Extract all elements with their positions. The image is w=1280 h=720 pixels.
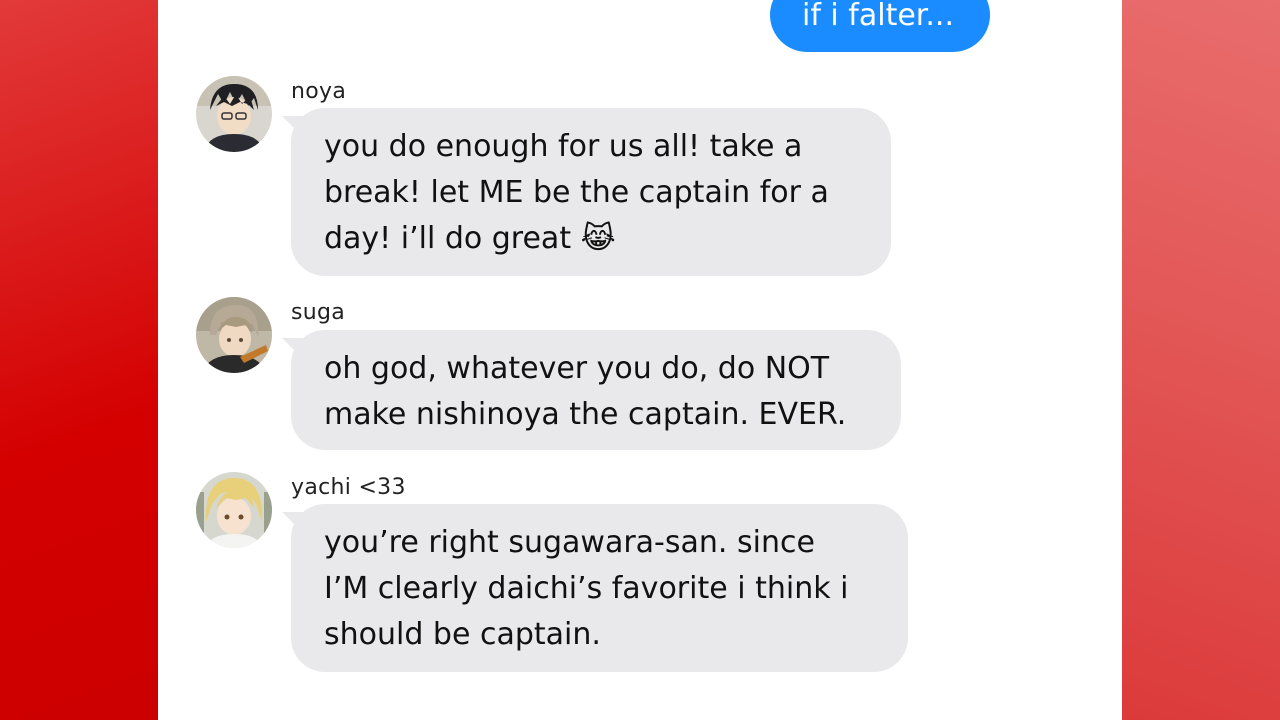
message-line: break! let ME be the captain for a — [324, 175, 829, 210]
outgoing-message-text: if i falter... — [802, 0, 954, 33]
message-bubble-yachi[interactable]: you’re right sugawara-san. since I’M cle… — [291, 504, 908, 672]
message-line: make nishinoya the captain. EVER. — [324, 397, 847, 432]
message-line: you’re right sugawara-san. since — [324, 525, 815, 560]
message-line: oh god, whatever you do, do NOT — [324, 351, 830, 386]
message-bubble-noya[interactable]: you do enough for us all! take a break! … — [291, 108, 891, 276]
message-line: you do enough for us all! take a — [324, 129, 803, 164]
message-line: I’M clearly daichi’s favorite i think i — [324, 571, 849, 606]
message-line: should be captain. — [324, 617, 601, 652]
message-line: day! i’ll do great 😹 — [324, 221, 616, 256]
left-red-border — [0, 0, 158, 720]
sender-name-suga: suga — [291, 300, 346, 325]
avatar-suga[interactable] — [196, 297, 272, 373]
message-bubble-suga[interactable]: oh god, whatever you do, do NOT make nis… — [291, 330, 901, 450]
outgoing-message-bubble[interactable]: if i falter... — [770, 0, 990, 52]
avatar-noya[interactable] — [196, 76, 272, 152]
chat-panel: if i falter... noya you do enough for us… — [158, 0, 1122, 720]
right-red-border — [1122, 0, 1280, 720]
avatar-yachi[interactable] — [196, 472, 272, 548]
sender-name-noya: noya — [291, 79, 347, 104]
sender-name-yachi: yachi <33 — [291, 475, 406, 500]
